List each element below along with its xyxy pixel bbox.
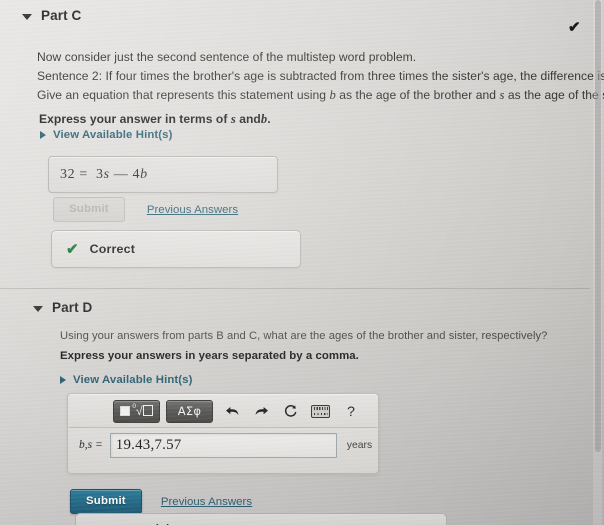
part-c-prompt-var-b: b xyxy=(329,88,336,102)
part-c-previous-answers-link[interactable]: Previous Answers xyxy=(147,204,238,216)
radical-icon: 0 √ xyxy=(132,403,153,417)
part-c-prompt-line-1: Now consider just the second sentence of… xyxy=(37,50,417,64)
correct-check-icon: ✔ xyxy=(66,240,79,258)
equation-operator: — xyxy=(113,166,129,182)
part-c-submit-button: Submit xyxy=(53,197,125,222)
part-c-prompt-line-3-a: Give an equation that represents this st… xyxy=(37,88,327,102)
part-c-instruction-b: and xyxy=(239,112,261,126)
attempts-remaining-banner: remaining xyxy=(75,513,447,525)
help-icon[interactable]: ? xyxy=(341,401,361,421)
part-d-hints-caret-icon[interactable] xyxy=(60,376,66,384)
part-d-hints-label: View Available Hint(s) xyxy=(73,374,193,386)
part-c-submit-row: Submit Previous Answers xyxy=(53,197,238,222)
part-c-prompt-line-3-c: as the age of the sister. xyxy=(507,88,604,102)
part-c-instruction-a: Express your answer in terms of xyxy=(39,112,228,126)
part-d-answer-variable-label: b,s = xyxy=(79,439,103,451)
equation-term2-var: b xyxy=(140,166,148,182)
math-template-button[interactable]: 0 √ xyxy=(113,399,160,423)
part-d-collapse-caret-icon[interactable] xyxy=(33,305,43,312)
part-c-prompt-line-2: Sentence 2: If four times the brother's … xyxy=(37,69,604,83)
part-d-answer-row: b,s = 19.43,7.57 years xyxy=(68,427,378,463)
part-d-answer-units: years xyxy=(346,439,373,451)
equation-term1-var: s xyxy=(103,166,110,182)
equation-term1-coef: 3 xyxy=(96,166,104,182)
part-c-collapse-caret-icon[interactable] xyxy=(22,13,32,20)
part-d-submit-row: Submit Previous Answers xyxy=(70,489,252,514)
radical-index: 0 xyxy=(132,403,137,410)
part-d-instruction: Express your answers in years separated … xyxy=(60,350,359,362)
part-d-previous-answers-link[interactable]: Previous Answers xyxy=(161,496,252,508)
part-c-prompt-line-3-b: as the age of the brother and xyxy=(339,88,497,102)
part-c-view-hints-link[interactable]: View Available Hint(s) xyxy=(40,129,173,141)
keyboard-icon[interactable] xyxy=(311,404,330,418)
vertical-scrollbar-thumb[interactable] xyxy=(595,0,601,452)
page-status-check-icon: ✔ xyxy=(568,19,581,36)
reset-icon[interactable] xyxy=(280,401,300,421)
undo-icon[interactable] xyxy=(222,401,242,421)
part-c-header[interactable]: Part C xyxy=(22,8,81,23)
part-d-answer-input[interactable]: 19.43,7.57 xyxy=(109,432,337,458)
part-c-correct-banner: ✔ Correct xyxy=(51,230,301,268)
part-c-prompt-var-s: s xyxy=(499,88,505,102)
redo-icon[interactable] xyxy=(251,401,271,421)
equation-lhs: 32 xyxy=(60,166,76,182)
part-d-prompt: Using your answers from parts B and C, w… xyxy=(60,330,548,342)
part-d-answer-value: 19.43,7.57 xyxy=(115,436,182,453)
homework-page: ✔ Part C Now consider just the second se… xyxy=(0,0,604,525)
part-d-header[interactable]: Part D xyxy=(33,300,92,315)
part-divider xyxy=(0,288,590,289)
equation-equals: = xyxy=(79,166,88,182)
part-c-instruction-c: . xyxy=(267,112,271,126)
part-c-answer-equation: 32 = 3s — 4b xyxy=(49,167,148,183)
help-label: ? xyxy=(347,403,355,419)
part-d-view-hints-link[interactable]: View Available Hint(s) xyxy=(60,374,193,386)
part-c-instruction-var-s: s xyxy=(230,112,236,126)
part-d-title: Part D xyxy=(52,300,93,315)
part-c-correct-label: Correct xyxy=(89,242,136,256)
part-d-math-toolbar: 0 √ ΑΣφ ? xyxy=(69,395,377,428)
part-c-title: Part C xyxy=(41,8,82,23)
greek-symbols-button[interactable]: ΑΣφ xyxy=(166,399,213,423)
part-d-submit-button[interactable]: Submit xyxy=(70,489,142,514)
radical-box-icon xyxy=(142,405,153,416)
equation-term2-coef: 4 xyxy=(132,166,141,182)
part-c-answer-box[interactable]: 32 = 3s — 4b xyxy=(48,156,278,193)
part-c-hints-caret-icon[interactable] xyxy=(40,131,46,139)
part-c-instruction: Express your answer in terms of s andb. xyxy=(39,112,271,127)
part-c-hints-label: View Available Hint(s) xyxy=(53,129,173,141)
part-c-prompt-line-3: Give an equation that represents this st… xyxy=(37,86,604,105)
template-square-icon xyxy=(120,406,131,416)
part-d-math-panel: 0 √ ΑΣφ ? b,s = 19.43,7.57 years xyxy=(67,393,379,474)
